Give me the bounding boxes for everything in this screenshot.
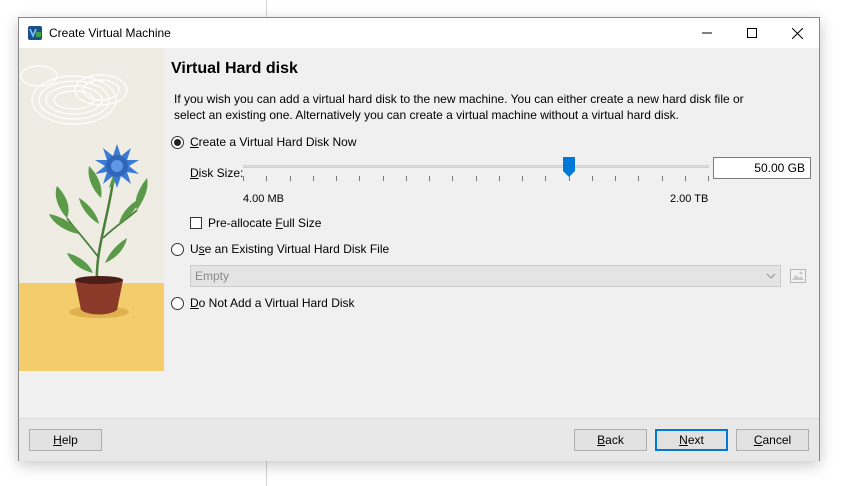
disk-size-slider-thumb[interactable] [563,157,575,177]
mnemonic: D [190,166,199,180]
label-part: e an Existing Virtual Hard Disk File [204,242,390,256]
use-existing-label: Use an Existing Virtual Hard Disk File [190,242,389,256]
label-part: o Not Add a Virtual Hard Disk [198,296,355,310]
minimize-icon [702,32,712,34]
slider-tick [266,176,267,181]
preallocate-checkbox[interactable] [190,217,202,229]
create-disk-now-label: Create a Virtual Hard Disk Now [190,135,357,149]
wizard-illustration [19,48,164,371]
slider-tick [359,176,360,181]
label-part: U [190,242,199,256]
slider-tick [429,176,430,181]
page-description: If you wish you can add a virtual hard d… [174,92,744,122]
disk-size-input[interactable] [713,157,811,179]
slider-tick [313,176,314,181]
slider-tick [336,176,337,181]
do-not-add-radio[interactable] [171,296,184,310]
slider-tick [290,176,291,181]
do-not-add-label: Do Not Add a Virtual Hard Disk [190,296,355,310]
maximize-icon [747,28,757,38]
disk-size-min-label: 4.00 MB [243,193,284,205]
button-label: ext [687,433,704,447]
slider-tick [685,176,686,181]
minimize-button[interactable] [684,18,730,48]
cancel-button[interactable]: Cancel [736,429,809,451]
slider-tick [708,176,709,181]
back-button[interactable]: Back [574,429,647,451]
mnemonic: D [190,296,199,310]
disk-size-label: Disk Size: [190,166,243,180]
disk-size-slider-ticks [243,176,709,182]
label-part: ull Size [282,216,322,230]
slider-tick [383,176,384,181]
button-bar: Help Back Next Cancel [19,418,819,461]
slider-tick [638,176,639,181]
create-disk-now-option[interactable]: Create a Virtual Hard Disk Now [171,135,357,149]
slider-tick [545,176,546,181]
disk-size-max-label: 2.00 TB [670,193,709,205]
title-bar[interactable]: Create Virtual Machine [19,18,819,48]
button-label: ack [605,433,624,447]
mnemonic: H [53,433,62,447]
chevron-down-icon [766,273,776,279]
existing-disk-select[interactable]: Empty [190,265,781,287]
slider-tick [569,176,570,181]
do-not-add-option[interactable]: Do Not Add a Virtual Hard Disk [171,296,355,310]
slider-tick [662,176,663,181]
button-label: ancel [762,433,792,447]
mnemonic: C [190,135,199,149]
slider-tick [499,176,500,181]
label-part: Pre-allocate [208,216,276,230]
use-existing-option[interactable]: Use an Existing Virtual Hard Disk File [171,242,389,256]
existing-disk-selected-value: Empty [195,269,230,283]
preallocate-label: Pre-allocate Full Size [208,216,321,230]
use-existing-radio[interactable] [171,242,184,256]
slider-tick [615,176,616,181]
create-vm-dialog: Create Virtual Machine Virtual Hard disk… [18,17,820,461]
next-button[interactable]: Next [655,429,728,451]
slider-tick [476,176,477,181]
mnemonic: B [597,433,606,447]
label-part: isk Size: [198,166,244,180]
maximize-button[interactable] [729,18,775,48]
slider-tick [522,176,523,181]
slider-tick [452,176,453,181]
slider-tick [406,176,407,181]
create-disk-now-radio[interactable] [171,135,184,149]
preallocate-option[interactable]: Pre-allocate Full Size [190,216,321,230]
slider-tick [592,176,593,181]
disk-size-slider-track[interactable] [243,165,709,168]
help-button[interactable]: Help [29,429,102,451]
choose-disk-file-icon[interactable] [789,267,807,285]
mnemonic: N [679,433,688,447]
button-label: elp [61,433,78,447]
close-button[interactable] [774,18,820,48]
close-icon [791,27,803,39]
mnemonic: F [275,216,283,230]
page-heading: Virtual Hard disk [171,60,298,77]
virtualbox-app-icon [28,26,42,40]
window-title: Create Virtual Machine [49,26,171,40]
slider-tick [243,176,244,181]
label-part: reate a Virtual Hard Disk Now [198,135,357,149]
